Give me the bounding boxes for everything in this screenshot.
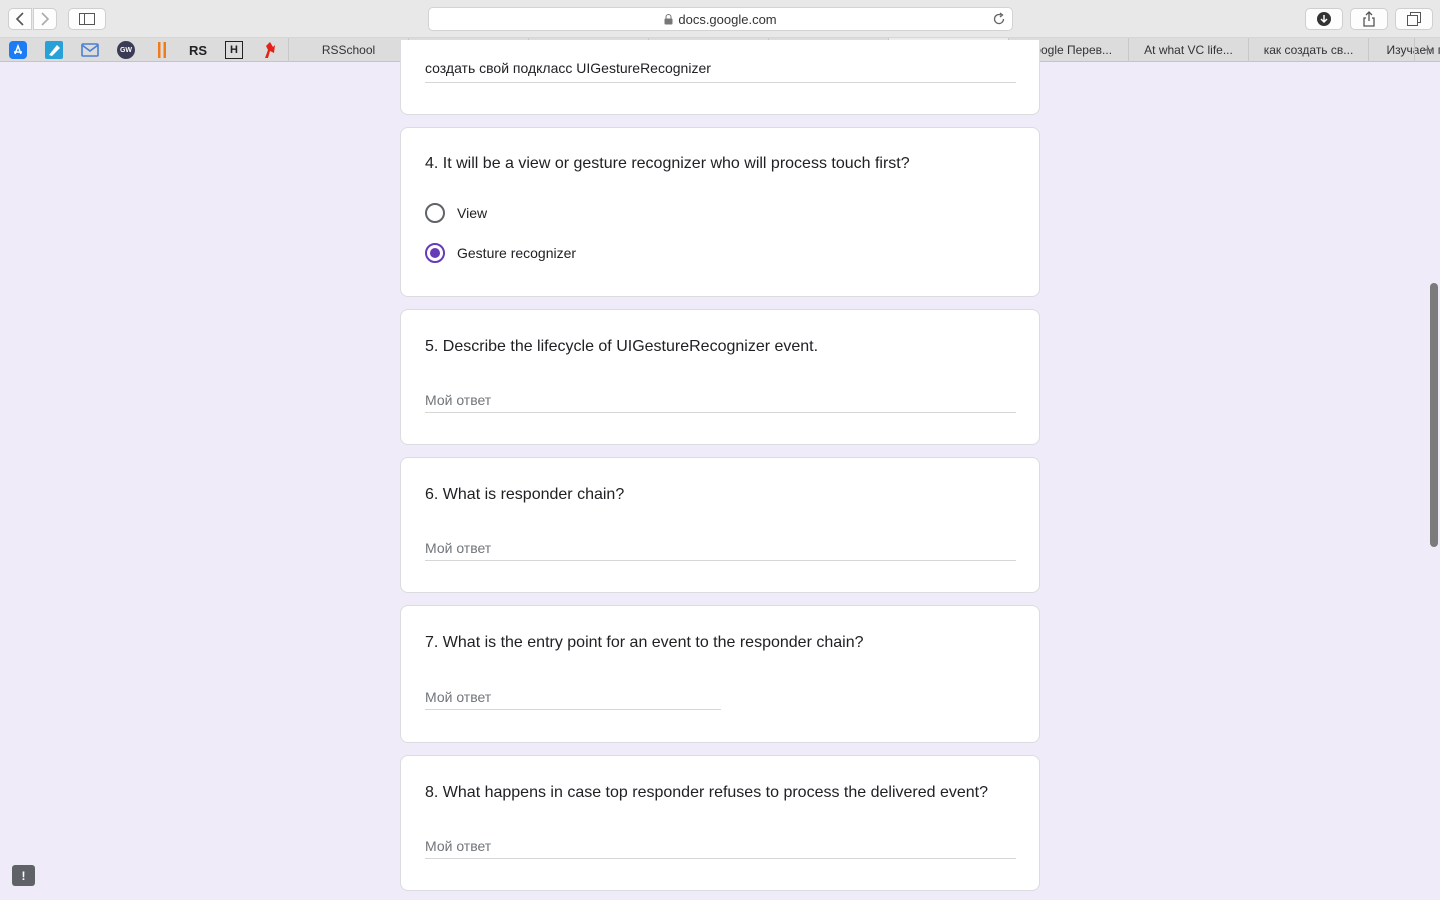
question-title: 8. What happens in case top responder re… xyxy=(425,784,989,801)
mail-icon[interactable] xyxy=(81,41,99,59)
forward-button[interactable] xyxy=(33,8,57,30)
scrollbar-thumb[interactable] xyxy=(1430,283,1438,547)
tabs-icon xyxy=(1407,12,1421,26)
answer-input[interactable]: Мой ответ xyxy=(425,838,491,854)
question-card-5: 5. Describe the lifecycle of UIGestureRe… xyxy=(400,309,1040,445)
radio-label-gesture-recognizer[interactable]: Gesture recognizer xyxy=(457,245,576,261)
new-tab-button[interactable]: + xyxy=(1414,38,1440,62)
report-issue-button[interactable]: ! xyxy=(12,865,35,886)
h-icon[interactable]: H xyxy=(225,41,243,59)
pen-icon[interactable] xyxy=(45,41,63,59)
bars-icon[interactable] xyxy=(153,41,171,59)
answer-input[interactable]: Мой ответ xyxy=(425,689,491,705)
question-card-4: 4. It will be a view or gesture recogniz… xyxy=(400,127,1040,297)
answer-text[interactable]: создать свой подкласс UIGestureRecognize… xyxy=(425,60,711,76)
sidebar-toggle-button[interactable] xyxy=(68,8,106,30)
share-icon xyxy=(1363,11,1375,27)
answer-underline xyxy=(425,560,1016,561)
browser-tab[interactable]: как создать св... xyxy=(1248,38,1368,62)
radio-gesture-recognizer[interactable] xyxy=(425,243,445,263)
chevron-right-icon xyxy=(41,12,50,26)
radio-label-view[interactable]: View xyxy=(457,205,487,221)
question-title: 7. What is the entry point for an event … xyxy=(425,634,864,651)
question-title: 6. What is responder chain? xyxy=(425,486,625,503)
sidebar-icon xyxy=(79,13,95,25)
answer-input[interactable]: Мой ответ xyxy=(425,540,491,556)
red-figure-icon[interactable] xyxy=(261,41,279,59)
browser-tab[interactable]: At what VC life... xyxy=(1128,38,1248,62)
question-card-8: 8. What happens in case top responder re… xyxy=(400,755,1040,891)
chevron-left-icon xyxy=(15,12,24,26)
share-button[interactable] xyxy=(1350,8,1388,30)
rs-icon[interactable]: RS xyxy=(189,41,207,59)
browser-toolbar: docs.google.com xyxy=(0,0,1440,38)
downloads-button[interactable] xyxy=(1305,8,1343,30)
question-card-7: 7. What is the entry point for an event … xyxy=(400,605,1040,743)
answer-underline xyxy=(425,858,1016,859)
answer-underline xyxy=(425,412,1016,413)
address-bar[interactable]: docs.google.com xyxy=(428,7,1013,31)
tab-overview-button[interactable] xyxy=(1395,8,1433,30)
answer-input[interactable]: Мой ответ xyxy=(425,392,491,408)
question-card-6: 6. What is responder chain? Мой ответ xyxy=(400,457,1040,593)
gw-icon[interactable]: GW xyxy=(117,41,135,59)
radio-view[interactable] xyxy=(425,203,445,223)
answer-underline xyxy=(425,82,1016,83)
download-icon xyxy=(1317,12,1331,26)
exclamation-icon: ! xyxy=(21,868,26,883)
reload-icon[interactable] xyxy=(992,12,1006,29)
app-store-icon[interactable] xyxy=(9,41,27,59)
back-button[interactable] xyxy=(8,8,32,30)
browser-tab[interactable]: RSSchool xyxy=(288,38,408,62)
lock-icon xyxy=(664,13,673,25)
question-title: 4. It will be a view or gesture recogniz… xyxy=(425,155,910,172)
question-title: 5. Describe the lifecycle of UIGestureRe… xyxy=(425,338,819,355)
answer-underline xyxy=(425,709,721,710)
url-text: docs.google.com xyxy=(678,11,777,27)
question-card-3: создать свой подкласс UIGestureRecognize… xyxy=(400,40,1040,115)
